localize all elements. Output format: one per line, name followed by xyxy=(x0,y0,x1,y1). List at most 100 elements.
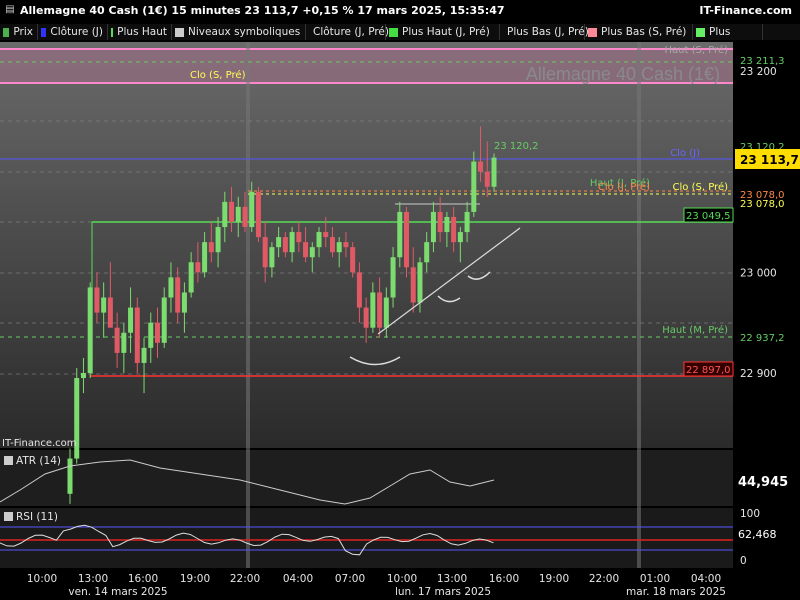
candle-body-62 xyxy=(484,171,490,187)
legend-label: Niveaux symboliques xyxy=(188,26,301,38)
legend-label: Plus xyxy=(709,26,731,38)
candle-body-11 xyxy=(141,347,147,363)
rsi-top-label: 100 xyxy=(740,508,760,520)
legend-swatch xyxy=(41,27,47,37)
label-haut-s-pre: Haut (S, Pré) xyxy=(665,44,729,56)
candle-body-22 xyxy=(215,227,221,253)
candle-body-31 xyxy=(276,237,282,248)
legend-swatch xyxy=(389,27,398,37)
candle-body-34 xyxy=(296,232,302,243)
candle-body-44 xyxy=(363,307,369,328)
candle-body-47 xyxy=(383,297,389,328)
legend-swatch xyxy=(696,27,705,37)
label-clo-s-pre: Clo (S, Pré) xyxy=(190,69,246,81)
brand-label: IT-Finance.com xyxy=(699,4,792,17)
legend-label: Plus Haut (J, Pré) xyxy=(402,26,490,38)
legend-item-6[interactable]: Plus Bas (J, Pré) xyxy=(500,24,589,40)
candle-body-3 xyxy=(87,287,93,373)
x-tick-13: 04:00 xyxy=(691,573,721,585)
x-tick-11: 22:00 xyxy=(589,573,619,585)
rsi-icon xyxy=(4,512,13,521)
y-tick-2: 22 900 xyxy=(740,368,777,380)
legend-item-4[interactable]: Clôture (J, Pré) xyxy=(306,24,389,40)
candle-body-9 xyxy=(128,307,134,333)
candle-body-12 xyxy=(148,322,154,348)
y-axis-bg xyxy=(733,42,800,570)
candle-body-19 xyxy=(195,262,201,273)
title-bar: ▤ Allemagne 40 Cash (1€) 15 minutes 23 1… xyxy=(0,0,800,22)
x-tick-7: 10:00 xyxy=(387,573,417,585)
candle-body-28 xyxy=(255,191,261,238)
candle-body-40 xyxy=(336,242,342,253)
candle-body-6 xyxy=(107,297,113,328)
candle-body-52 xyxy=(417,262,423,303)
candle-body-32 xyxy=(282,237,288,253)
candle-body-60 xyxy=(471,161,477,212)
candle-body-2 xyxy=(80,373,86,379)
candle-body-39 xyxy=(329,237,335,253)
legend-label: Prix xyxy=(13,26,33,38)
candle-body-37 xyxy=(316,232,322,248)
y-tick-1: 23 000 xyxy=(740,267,777,279)
series-legend: Prix Clôture (J) Plus Haut Niveaux symboliq… xyxy=(0,24,800,40)
legend-swatch xyxy=(3,27,10,37)
candle-body-21 xyxy=(208,242,214,253)
chart-watermark: Allemagne 40 Cash (1€) xyxy=(526,64,720,84)
candle-body-23 xyxy=(222,201,228,228)
candle-body-29 xyxy=(262,237,268,268)
legend-label: Plus Bas (S, Pré) xyxy=(601,26,687,38)
candle-body-20 xyxy=(202,242,208,273)
candle-body-10 xyxy=(134,307,140,363)
rsi-panel-bg xyxy=(0,508,733,568)
candle-body-18 xyxy=(188,262,194,293)
legend-item-8[interactable]: Plus xyxy=(693,24,763,40)
candle-body-7 xyxy=(114,327,120,353)
candle-body-16 xyxy=(175,277,181,313)
candle-body-49 xyxy=(397,211,403,258)
candle-body-25 xyxy=(235,206,241,222)
rsi-title: RSI (11) xyxy=(16,511,58,523)
candle-body-56 xyxy=(444,216,450,233)
rsi-bottom-label: 0 xyxy=(740,555,747,567)
candle-body-30 xyxy=(269,247,275,268)
candle-body-35 xyxy=(303,242,309,258)
legend-swatch xyxy=(111,27,114,37)
y-tick-0: 23 200 xyxy=(740,66,777,78)
candle-body-15 xyxy=(168,277,174,298)
legend-item-7[interactable]: Plus Bas (S, Pré) xyxy=(585,24,693,40)
atr-icon xyxy=(4,456,13,465)
candle-body-50 xyxy=(404,211,410,268)
legend-item-0[interactable]: Prix xyxy=(0,24,38,40)
legend-item-2[interactable]: Plus Haut xyxy=(108,24,172,40)
candle-body-54 xyxy=(430,211,436,243)
price-chart[interactable]: Allemagne 40 Cash (1€) Clo (S, Pré) Clo (J… xyxy=(0,40,800,600)
candle-body-51 xyxy=(410,267,416,303)
chart-credit: IT-Finance.com xyxy=(2,438,77,449)
legend-item-5[interactable]: Plus Haut (J, Pré) xyxy=(386,24,500,40)
candle-body-17 xyxy=(181,292,187,313)
candle-body-45 xyxy=(370,292,376,328)
candle-body-57 xyxy=(451,216,457,243)
x-tick-3: 19:00 xyxy=(180,573,210,585)
x-tick-1: 13:00 xyxy=(78,573,108,585)
x-tick-4: 22:00 xyxy=(230,573,260,585)
candle-body-38 xyxy=(323,232,329,238)
label-high-value: 23 120,2 xyxy=(494,141,539,152)
date-label-0: ven. 14 mars 2025 xyxy=(68,586,167,598)
candle-body-59 xyxy=(464,211,470,233)
candle-body-33 xyxy=(289,232,295,253)
session-separator-0 xyxy=(246,42,250,568)
legend-item-1[interactable]: Clôture (J) xyxy=(38,24,108,40)
x-tick-6: 07:00 xyxy=(335,573,365,585)
tag-22897: 22 897,0 xyxy=(686,365,731,376)
tag-haut-j-pre: 23 078,0 xyxy=(740,199,785,210)
session-separator-1 xyxy=(637,42,641,568)
legend-swatch xyxy=(175,27,184,37)
candle-body-63 xyxy=(491,157,497,187)
label-clo-j: Clo (J) xyxy=(670,148,700,159)
candle-body-41 xyxy=(343,242,349,248)
candle-body-14 xyxy=(161,297,167,343)
legend-item-3[interactable]: Niveaux symboliques xyxy=(172,24,306,40)
chart-menu-icon[interactable]: ▤ xyxy=(3,3,17,17)
tag-haut-s-pre: 23 211,3 xyxy=(740,56,785,67)
